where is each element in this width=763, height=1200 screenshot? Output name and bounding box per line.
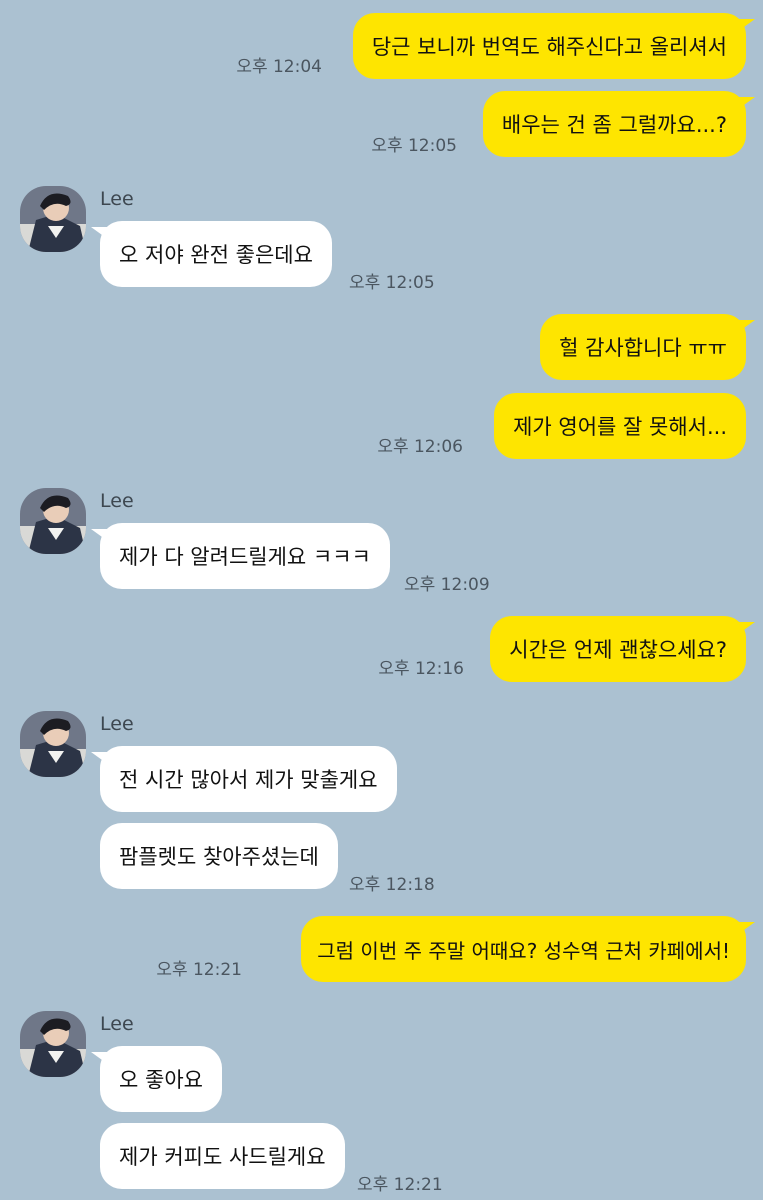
profile-avatar[interactable] [20,186,86,252]
avatar-photo-icon [20,711,86,777]
timestamp: 오후 12:05 [349,273,435,293]
avatar-photo-icon [20,1011,86,1077]
timestamp: 오후 12:16 [378,659,464,679]
profile-avatar[interactable] [20,711,86,777]
timestamp: 오후 12:04 [236,57,322,77]
timestamp: 오후 12:21 [156,960,242,980]
other-message-bubble[interactable]: 제가 다 알려드릴게요 ㅋㅋㅋ [91,523,390,589]
sender-name: Lee [100,490,134,512]
my-message-bubble[interactable]: 배우는 건 좀 그럴까요...? [482,91,756,157]
timestamp: 오후 12:09 [404,575,490,595]
my-message-bubble[interactable]: 그럼 이번 주 주말 어때요? 성수역 근처 카페에서! [301,916,755,982]
avatar-photo-icon [20,488,86,554]
timestamp: 오후 12:05 [371,136,457,156]
other-message-bubble[interactable]: 전 시간 많아서 제가 맞출게요 [91,746,397,812]
timestamp: 오후 12:06 [377,437,463,457]
timestamp: 오후 12:18 [349,875,435,895]
sender-name: Lee [100,1013,134,1035]
timestamp: 오후 12:21 [357,1175,443,1195]
sender-name: Lee [100,188,134,210]
my-message-bubble[interactable]: 당근 보니까 번역도 해주신다고 올리셔서 [352,13,756,79]
profile-avatar[interactable] [20,1011,86,1077]
other-message-bubble[interactable]: 제가 커피도 사드릴게요 [100,1123,345,1189]
avatar-photo-icon [20,186,86,252]
other-message-bubble[interactable]: 오 저야 완전 좋은데요 [91,221,332,287]
profile-avatar[interactable] [20,488,86,554]
sender-name: Lee [100,713,134,735]
my-message-bubble[interactable]: 시간은 언제 괜찮으세요? [490,616,755,682]
my-message-bubble[interactable]: 제가 영어를 잘 못해서... [494,393,746,459]
other-message-bubble[interactable]: 오 좋아요 [91,1046,222,1112]
other-message-bubble[interactable]: 팜플렛도 찾아주셨는데 [100,823,338,889]
my-message-bubble[interactable]: 헐 감사합니다 ㅠㅠ [540,314,755,380]
